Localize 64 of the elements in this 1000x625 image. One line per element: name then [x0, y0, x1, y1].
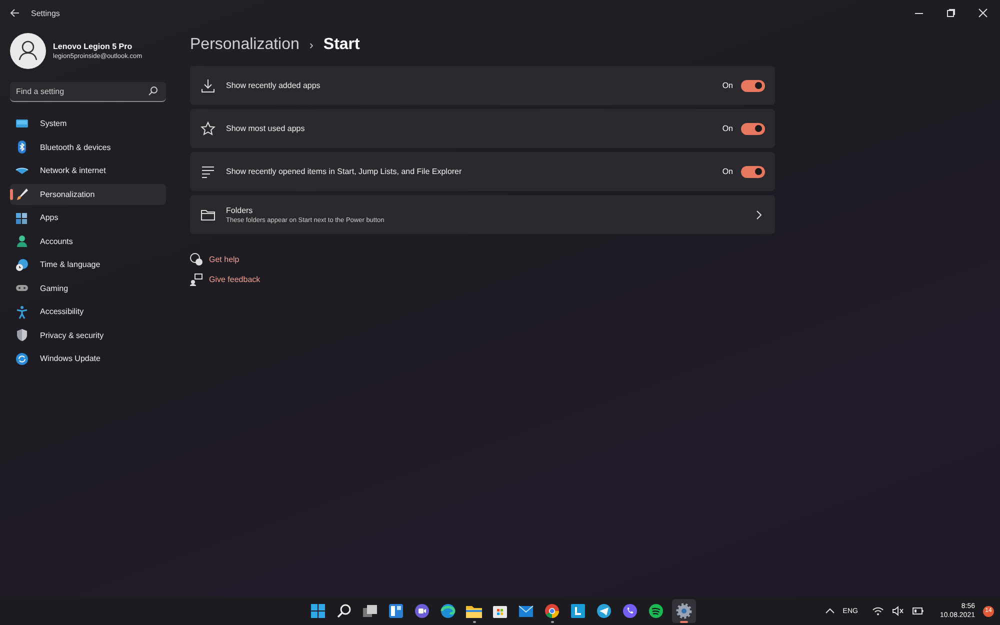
breadcrumb-parent[interactable]: Personalization	[190, 36, 300, 54]
muted-speaker-icon[interactable]	[892, 606, 904, 616]
video-chat-icon[interactable]	[412, 601, 432, 621]
nav-item[interactable]: Gaming	[10, 278, 166, 298]
feedback-icon	[189, 272, 203, 286]
selection-indicator	[10, 188, 12, 200]
help-chat-icon	[189, 252, 203, 266]
search-icon[interactable]	[148, 86, 158, 96]
browser-icon[interactable]	[438, 601, 458, 621]
profile-name: Lenovo Legion 5 Pro	[53, 42, 134, 51]
nav-item[interactable]: Network & internet	[10, 160, 166, 181]
nav-item[interactable]: Accessibility	[10, 301, 166, 322]
person-icon	[15, 234, 29, 248]
nav-item[interactable]: Apps	[10, 207, 166, 228]
star-icon	[200, 120, 216, 136]
list-icon	[200, 164, 216, 180]
apps-icon	[15, 210, 29, 224]
toggle-switch[interactable]	[741, 166, 765, 178]
toggle-state-text: On	[722, 81, 733, 90]
back-icon[interactable]	[10, 8, 20, 18]
brush-icon	[15, 187, 29, 201]
browser-icon[interactable]	[542, 601, 562, 621]
page-title: Start	[323, 36, 360, 54]
nav-item[interactable]: System	[10, 113, 166, 134]
chevron-right-icon	[755, 210, 763, 220]
nav-item[interactable]: Bluetooth & devices	[10, 136, 166, 158]
gear-icon[interactable]	[674, 601, 694, 621]
setting-label: Show most used apps	[226, 124, 305, 133]
toggle-state-text: On	[722, 167, 733, 176]
bluetooth-icon	[15, 140, 29, 154]
nav-item[interactable]: Accounts	[10, 230, 166, 252]
chevron-up-icon[interactable]	[824, 606, 835, 616]
toggle-state-text: On	[722, 124, 733, 133]
nav-item[interactable]: Personalization	[10, 184, 166, 204]
wifi-icon[interactable]	[872, 606, 884, 616]
link[interactable]: Give feedback	[209, 274, 260, 284]
breadcrumb-separator: ›	[309, 38, 314, 52]
widgets-icon[interactable]	[386, 601, 406, 621]
avatar-icon	[10, 33, 46, 69]
nav-item[interactable]: Privacy & security	[10, 324, 166, 346]
nav-item[interactable]: Windows Update	[10, 348, 166, 369]
restore-icon[interactable]	[946, 8, 956, 18]
start-icon[interactable]	[308, 601, 328, 621]
battery-icon[interactable]	[912, 606, 924, 616]
accessibility-icon	[15, 304, 29, 318]
link[interactable]: Get help	[209, 254, 240, 264]
monitor-icon	[15, 116, 29, 130]
phone-bubble-icon[interactable]	[620, 601, 640, 621]
window-title: Settings	[31, 8, 60, 18]
globe-clock-icon	[15, 258, 29, 272]
search-field[interactable]: Find a setting	[10, 82, 166, 102]
close-icon[interactable]	[978, 8, 988, 18]
toggle-switch[interactable]	[741, 80, 765, 92]
setting-label: Show recently added apps	[226, 81, 320, 90]
setting-label: Show recently opened items in Start, Jump Lists, and File Explorer	[226, 167, 462, 176]
paper-plane-icon[interactable]	[594, 601, 614, 621]
music-icon[interactable]	[646, 601, 666, 621]
app-icon[interactable]	[568, 601, 588, 621]
shield-icon	[15, 328, 29, 342]
toggle-switch[interactable]	[741, 122, 765, 134]
nav-item[interactable]: Time & language	[10, 254, 166, 275]
setting-label: Folders	[226, 206, 254, 214]
refresh-icon	[15, 352, 29, 366]
download-icon	[200, 78, 216, 94]
